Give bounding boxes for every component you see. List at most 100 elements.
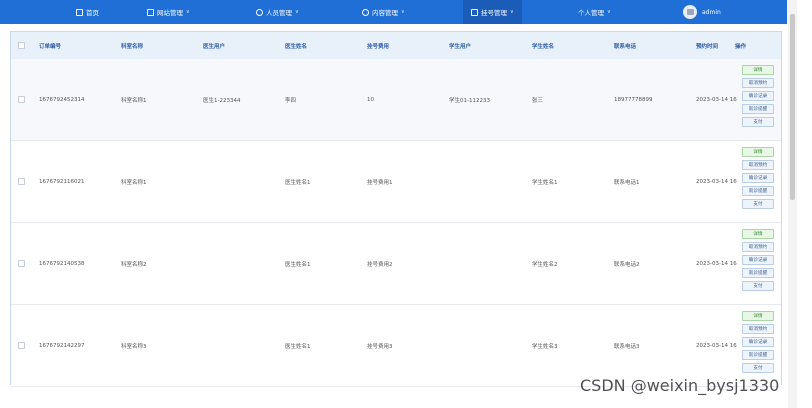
row-checkbox[interactable]	[18, 96, 25, 103]
table-row: 1676792140538 科室名称2 医生姓名1 挂号费用2 学生姓名2 联系…	[11, 223, 781, 305]
cell-student-name: 张三	[532, 98, 544, 104]
avatar[interactable]	[683, 5, 697, 19]
chevron-down-icon: ∨	[186, 9, 190, 15]
chevron-down-icon: ∨	[295, 9, 299, 15]
document-icon	[471, 8, 478, 16]
header-fee: 挂号费用	[367, 43, 390, 50]
cell-phone: 联系电话1	[614, 180, 640, 186]
cancel-appointment-button[interactable]: 取消预约	[742, 242, 774, 252]
orders-table: 订单编号 科室名称 医生用户 医生姓名 挂号费用 学生用户 学生姓名 联系电话 …	[10, 31, 782, 387]
nav-home[interactable]: 首页	[76, 0, 99, 24]
row-actions: 详情 取消预约 确诊记录 就诊提醒 支付	[736, 147, 780, 209]
cell-appointment-time: 2023-03-14 16	[696, 97, 737, 103]
nav-staff-management[interactable]: 人员管理 ∨	[256, 0, 299, 24]
cell-appointment-time: 2023-03-14 16	[696, 343, 737, 349]
header-student-user: 学生用户	[449, 43, 472, 50]
diagnosis-record-button[interactable]: 确诊记录	[742, 337, 774, 347]
pay-button[interactable]: 支付	[742, 281, 774, 291]
home-icon	[76, 8, 83, 16]
cell-order-number: 1676792116021	[39, 179, 85, 185]
detail-button[interactable]: 详情	[742, 311, 774, 321]
row-actions: 详情 取消预约 确诊记录 就诊提醒 支付	[736, 65, 780, 127]
pay-button[interactable]: 支付	[742, 363, 774, 373]
header-doctor-name: 医生姓名	[285, 43, 308, 50]
cell-doctor-name: 医生姓名1	[285, 344, 311, 350]
header-appointment-time: 预约时间	[696, 43, 719, 50]
image-icon	[686, 9, 694, 15]
cell-doctor-name: 李四	[285, 98, 297, 104]
detail-button[interactable]: 详情	[742, 229, 774, 239]
chevron-down-icon: ∨	[510, 9, 514, 15]
row-checkbox[interactable]	[18, 342, 25, 349]
row-checkbox[interactable]	[18, 260, 25, 267]
cell-fee: 10	[367, 97, 374, 103]
visit-reminder-button[interactable]: 就诊提醒	[742, 104, 774, 114]
user-name[interactable]: admin	[702, 0, 721, 24]
nav-site-management-label: 网站管理	[157, 9, 183, 17]
table-row: 1676792142297 科室名称3 医生姓名1 挂号费用3 学生姓名3 联系…	[11, 305, 781, 387]
cell-department: 科室名称3	[121, 344, 147, 350]
cell-order-number: 1676792142297	[39, 343, 85, 349]
cancel-appointment-button[interactable]: 取消预约	[742, 160, 774, 170]
cell-doctor-name: 医生姓名1	[285, 180, 311, 186]
nav-content-management-label: 内容管理	[372, 9, 398, 17]
pay-button[interactable]: 支付	[742, 199, 774, 209]
cell-student-name: 学生姓名3	[532, 344, 558, 350]
cell-doctor-user: 医生1-223344	[203, 98, 241, 104]
watermark-text: CSDN @weixin_bysj1330	[580, 376, 780, 395]
top-navigation-bar: 首页 网站管理 ∨ 人员管理 ∨ 内容管理 ∨ 挂号管理 ∨ 个人管理 ∨ ad…	[0, 0, 787, 24]
diagnosis-record-button[interactable]: 确诊记录	[742, 173, 774, 183]
nav-personal-management-label: 个人管理	[578, 9, 604, 17]
select-all-checkbox[interactable]	[18, 42, 25, 49]
cell-doctor-name: 医生姓名1	[285, 262, 311, 268]
cell-student-name: 学生姓名1	[532, 180, 558, 186]
diagnosis-record-button[interactable]: 确诊记录	[742, 91, 774, 101]
cell-appointment-time: 2023-03-14 16	[696, 179, 737, 185]
pay-button[interactable]: 支付	[742, 117, 774, 127]
cell-phone: 联系电话3	[614, 344, 640, 350]
header-actions: 操作	[735, 43, 747, 50]
cell-fee: 挂号费用3	[367, 344, 393, 350]
nav-content-management[interactable]: 内容管理 ∨	[362, 0, 405, 24]
cancel-appointment-button[interactable]: 取消预约	[742, 78, 774, 88]
user-icon	[256, 8, 263, 16]
table-row: 1676792452314 科室名称1 医生1-223344 李四 10 学生0…	[11, 59, 781, 141]
header-department: 科室名称	[121, 43, 144, 50]
cell-student-user: 学生01-112233	[449, 98, 490, 104]
row-actions: 详情 取消预约 确诊记录 就诊提醒 支付	[736, 311, 780, 373]
row-actions: 详情 取消预约 确诊记录 就诊提醒 支付	[736, 229, 780, 291]
cell-department: 科室名称1	[121, 98, 147, 104]
table-header: 订单编号 科室名称 医生用户 医生姓名 挂号费用 学生用户 学生姓名 联系电话 …	[11, 32, 781, 59]
visit-reminder-button[interactable]: 就诊提醒	[742, 268, 774, 278]
visit-reminder-button[interactable]: 就诊提醒	[742, 350, 774, 360]
nav-site-management[interactable]: 网站管理 ∨	[147, 0, 190, 24]
row-checkbox[interactable]	[18, 178, 25, 185]
table-row: 1676792116021 科室名称1 医生姓名1 挂号费用1 学生姓名1 联系…	[11, 141, 781, 223]
header-order-number: 订单编号	[39, 43, 62, 50]
diagnosis-record-button[interactable]: 确诊记录	[742, 255, 774, 265]
nav-registration-management-label: 挂号管理	[481, 9, 507, 17]
cell-appointment-time: 2023-03-14 16	[696, 261, 737, 267]
cell-student-name: 学生姓名2	[532, 262, 558, 268]
cell-department: 科室名称2	[121, 262, 147, 268]
nav-registration-management[interactable]: 挂号管理 ∨	[463, 0, 522, 24]
cancel-appointment-button[interactable]: 取消预约	[742, 324, 774, 334]
cell-phone: 联系电话2	[614, 262, 640, 268]
nav-staff-management-label: 人员管理	[266, 9, 292, 17]
detail-button[interactable]: 详情	[742, 65, 774, 75]
cell-order-number: 1676792140538	[39, 261, 85, 267]
chevron-down-icon: ∨	[401, 9, 405, 15]
scrollbar-thumb[interactable]	[790, 14, 795, 200]
visit-reminder-button[interactable]: 就诊提醒	[742, 186, 774, 196]
header-student-name: 学生姓名	[532, 43, 555, 50]
cell-department: 科室名称1	[121, 180, 147, 186]
cell-fee: 挂号费用2	[367, 262, 393, 268]
detail-button[interactable]: 详情	[742, 147, 774, 157]
header-doctor-user: 医生用户	[203, 43, 226, 50]
chevron-down-icon: ∨	[607, 9, 611, 15]
header-phone: 联系电话	[614, 43, 637, 50]
cell-fee: 挂号费用1	[367, 180, 393, 186]
nav-personal-management[interactable]: 个人管理 ∨	[578, 0, 611, 24]
compass-icon	[362, 8, 369, 16]
monitor-icon	[147, 8, 154, 16]
